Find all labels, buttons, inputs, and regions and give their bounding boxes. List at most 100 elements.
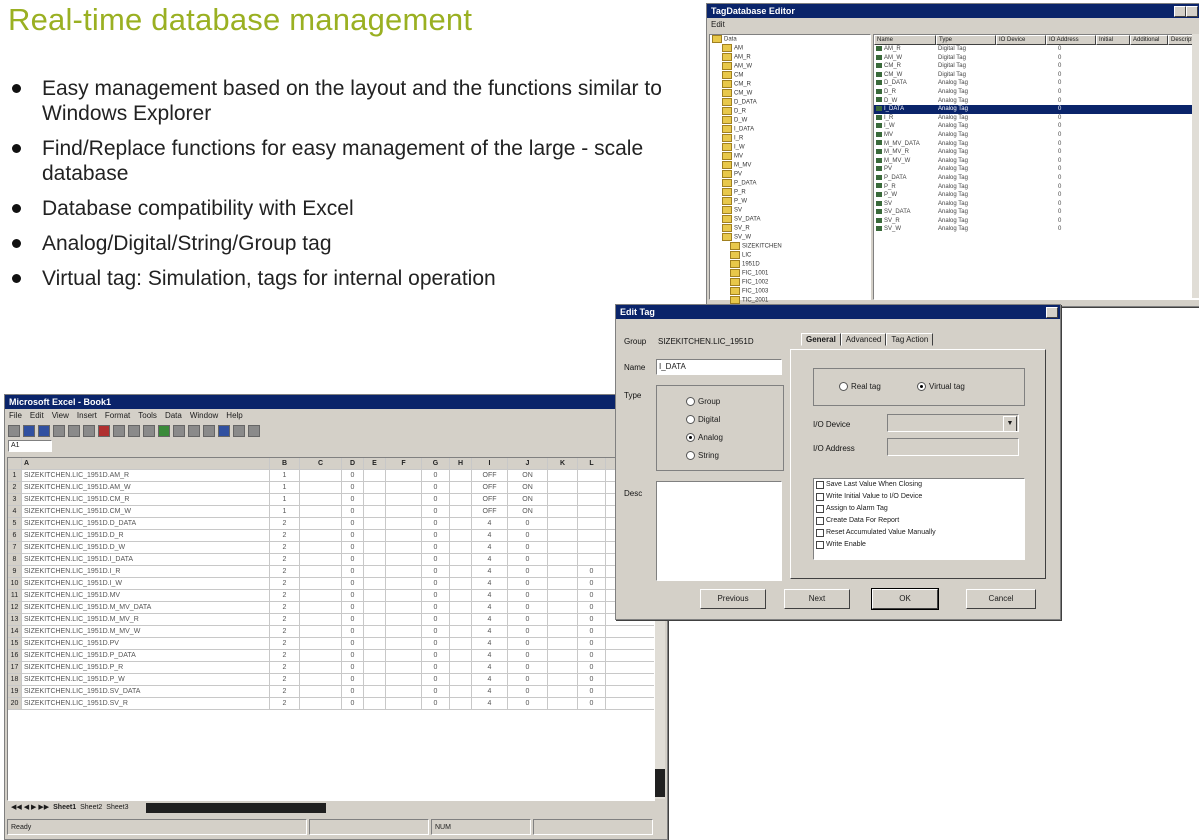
cell[interactable] — [386, 554, 422, 565]
cell[interactable]: SIZEKITCHEN.LIC_1951D.D_R — [22, 530, 270, 541]
cell[interactable] — [386, 602, 422, 613]
cell[interactable]: 0 — [578, 686, 606, 697]
cell[interactable] — [386, 650, 422, 661]
cell[interactable]: 0 — [342, 662, 364, 673]
cell[interactable]: ON — [508, 494, 548, 505]
row-number[interactable]: 3 — [8, 494, 22, 505]
cell[interactable] — [386, 470, 422, 481]
column-header[interactable]: Name — [874, 35, 936, 45]
cell[interactable]: 0 — [342, 518, 364, 529]
menu-item[interactable]: Edit — [30, 411, 44, 420]
cell[interactable]: 4 — [472, 578, 508, 589]
cell[interactable]: 0 — [342, 470, 364, 481]
spell-icon[interactable] — [83, 425, 95, 437]
tree-item[interactable]: FIC_1003 — [710, 287, 870, 296]
list-item[interactable]: AM_WDigital Tag0 — [874, 54, 1199, 63]
cell[interactable]: 4 — [472, 698, 508, 709]
cell[interactable] — [300, 494, 342, 505]
cell[interactable] — [450, 698, 472, 709]
cell[interactable] — [364, 470, 386, 481]
cell[interactable] — [300, 662, 342, 673]
list-item[interactable]: MVAnalog Tag0 — [874, 131, 1199, 140]
name-field[interactable]: I_DATA — [656, 359, 782, 375]
cell[interactable] — [548, 674, 578, 685]
option-item[interactable]: Write Enable — [814, 539, 1024, 551]
cell[interactable] — [450, 494, 472, 505]
cell[interactable]: 4 — [472, 530, 508, 541]
column-header[interactable]: Initial — [1096, 35, 1130, 45]
column-header[interactable]: A — [22, 458, 270, 469]
cell[interactable]: SIZEKITCHEN.LIC_1951D.CM_W — [22, 506, 270, 517]
cell[interactable]: 0 — [342, 602, 364, 613]
cell[interactable]: SIZEKITCHEN.LIC_1951D.P_R — [22, 662, 270, 673]
list-item[interactable]: D_RAnalog Tag0 — [874, 88, 1199, 97]
list-item[interactable]: SV_WAnalog Tag0 — [874, 225, 1199, 234]
cell[interactable]: ON — [508, 470, 548, 481]
cell[interactable] — [548, 482, 578, 493]
list-item[interactable]: D_DATAAnalog Tag0 — [874, 79, 1199, 88]
cell[interactable]: 0 — [422, 674, 450, 685]
cell[interactable] — [300, 530, 342, 541]
option-item[interactable]: Write Initial Value to I/O Device — [814, 491, 1024, 503]
cell[interactable]: 0 — [508, 698, 548, 709]
cell[interactable] — [548, 566, 578, 577]
name-box[interactable]: A1 — [8, 440, 52, 452]
cell[interactable] — [364, 614, 386, 625]
cell[interactable] — [578, 482, 606, 493]
new-icon[interactable] — [8, 425, 20, 437]
cell[interactable] — [548, 590, 578, 601]
cell[interactable] — [300, 602, 342, 613]
list-item[interactable]: SV_DATAAnalog Tag0 — [874, 208, 1199, 217]
list-item[interactable]: D_WAnalog Tag0 — [874, 97, 1199, 106]
spreadsheet-grid[interactable]: ABCDEFGHIJKL1SIZEKITCHEN.LIC_1951D.AM_R1… — [7, 457, 655, 801]
help-icon[interactable] — [248, 425, 260, 437]
cell[interactable]: 2 — [270, 518, 300, 529]
tree-item[interactable]: SV_DATA — [710, 215, 870, 224]
tree-item[interactable]: SV_W — [710, 233, 870, 242]
cell[interactable]: 0 — [422, 614, 450, 625]
minimize-icon[interactable] — [1174, 6, 1186, 17]
cell[interactable] — [364, 566, 386, 577]
cell[interactable]: 4 — [472, 638, 508, 649]
cell[interactable] — [364, 686, 386, 697]
cell[interactable]: 0 — [508, 518, 548, 529]
menu-item[interactable]: Window — [190, 411, 218, 420]
cell[interactable]: 0 — [422, 470, 450, 481]
cell[interactable]: 2 — [270, 638, 300, 649]
real-tag-radio[interactable]: Real tag — [839, 382, 881, 391]
copy-icon[interactable] — [113, 425, 125, 437]
cell[interactable]: 0 — [342, 674, 364, 685]
row-number[interactable]: 20 — [8, 698, 22, 709]
cell[interactable]: SIZEKITCHEN.LIC_1951D.M_MV_R — [22, 614, 270, 625]
cell[interactable] — [300, 698, 342, 709]
cell[interactable]: 0 — [508, 530, 548, 541]
cell[interactable] — [300, 506, 342, 517]
chevron-down-icon[interactable]: ▼ — [1003, 416, 1017, 432]
cell[interactable] — [386, 482, 422, 493]
cell[interactable]: 0 — [342, 638, 364, 649]
cell[interactable] — [548, 518, 578, 529]
cell[interactable] — [450, 554, 472, 565]
cell[interactable]: SIZEKITCHEN.LIC_1951D.AM_R — [22, 470, 270, 481]
cell[interactable]: 0 — [422, 698, 450, 709]
scroll-thumb[interactable] — [655, 769, 665, 797]
tree-item[interactable]: FIC_1002 — [710, 278, 870, 287]
undo-icon[interactable] — [143, 425, 155, 437]
row-number[interactable]: 17 — [8, 662, 22, 673]
cell[interactable]: 0 — [422, 578, 450, 589]
io-device-select[interactable]: ▼ — [887, 414, 1019, 432]
explorer-titlebar[interactable]: TagDatabase Editor — [707, 4, 1199, 18]
cell[interactable]: SIZEKITCHEN.LIC_1951D.M_MV_DATA — [22, 602, 270, 613]
cell[interactable] — [450, 662, 472, 673]
cell[interactable]: 0 — [342, 578, 364, 589]
cell[interactable] — [386, 686, 422, 697]
tag-list[interactable]: NameTypeIO DeviceIO AddressInitialAdditi… — [873, 34, 1199, 300]
chart-icon[interactable] — [218, 425, 230, 437]
cell[interactable] — [364, 482, 386, 493]
option-item[interactable]: Save Last Value When Closing — [814, 479, 1024, 491]
cell[interactable] — [548, 554, 578, 565]
tree-item[interactable]: I_R — [710, 134, 870, 143]
cell[interactable]: 0 — [578, 638, 606, 649]
tree-item[interactable]: P_DATA — [710, 179, 870, 188]
type-radio-analog[interactable]: Analog — [686, 433, 723, 442]
